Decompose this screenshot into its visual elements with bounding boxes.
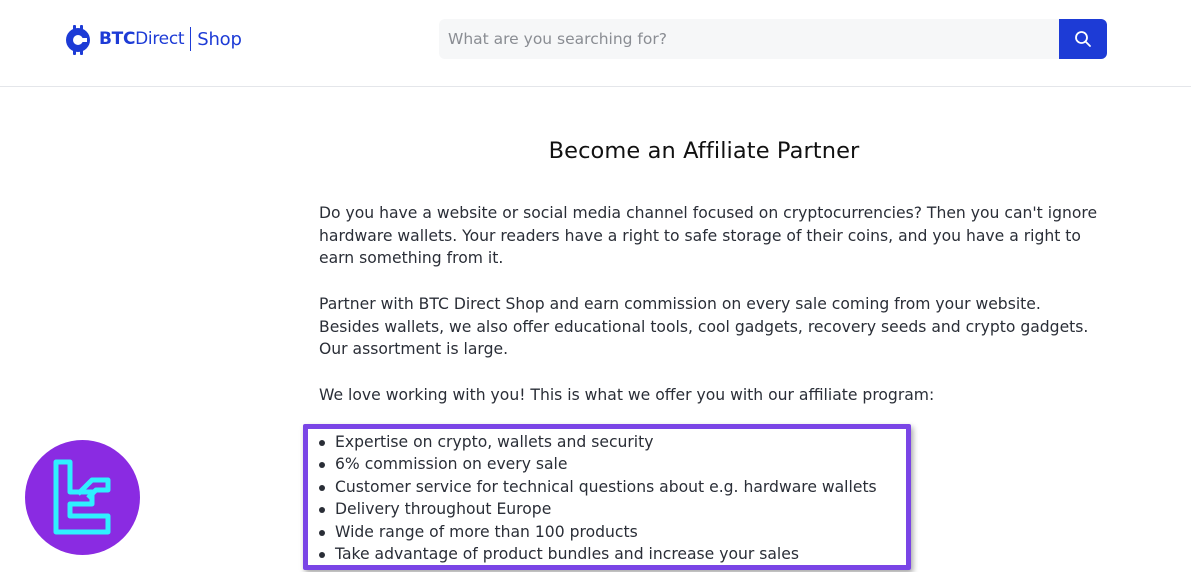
search-button[interactable] xyxy=(1059,19,1107,59)
search-icon xyxy=(1075,31,1091,47)
page-title: Become an Affiliate Partner xyxy=(548,138,860,164)
logo-section: Shop xyxy=(197,28,242,50)
site-header: BTC Direct Shop xyxy=(0,0,1191,87)
intro-paragraph: Do you have a website or social media ch… xyxy=(319,204,1098,268)
logo-brand-bold: BTC xyxy=(99,29,136,49)
site-logo[interactable]: BTC Direct Shop xyxy=(63,22,242,56)
logo-divider xyxy=(190,27,192,51)
affiliate-content: Become an Affiliate Partner Do you have … xyxy=(319,138,1099,563)
search-input[interactable] xyxy=(439,19,1059,59)
highlight-box xyxy=(303,424,911,570)
offer-paragraph: We love working with you! This is what w… xyxy=(319,386,935,404)
btc-coin-icon xyxy=(66,25,90,55)
search-bar xyxy=(439,19,1107,59)
tc-badge xyxy=(25,440,140,555)
logo-brand-regular: Direct xyxy=(135,29,185,49)
tc-logo-icon xyxy=(53,459,110,534)
partner-paragraph: Partner with BTC Direct Shop and earn co… xyxy=(319,295,1089,359)
